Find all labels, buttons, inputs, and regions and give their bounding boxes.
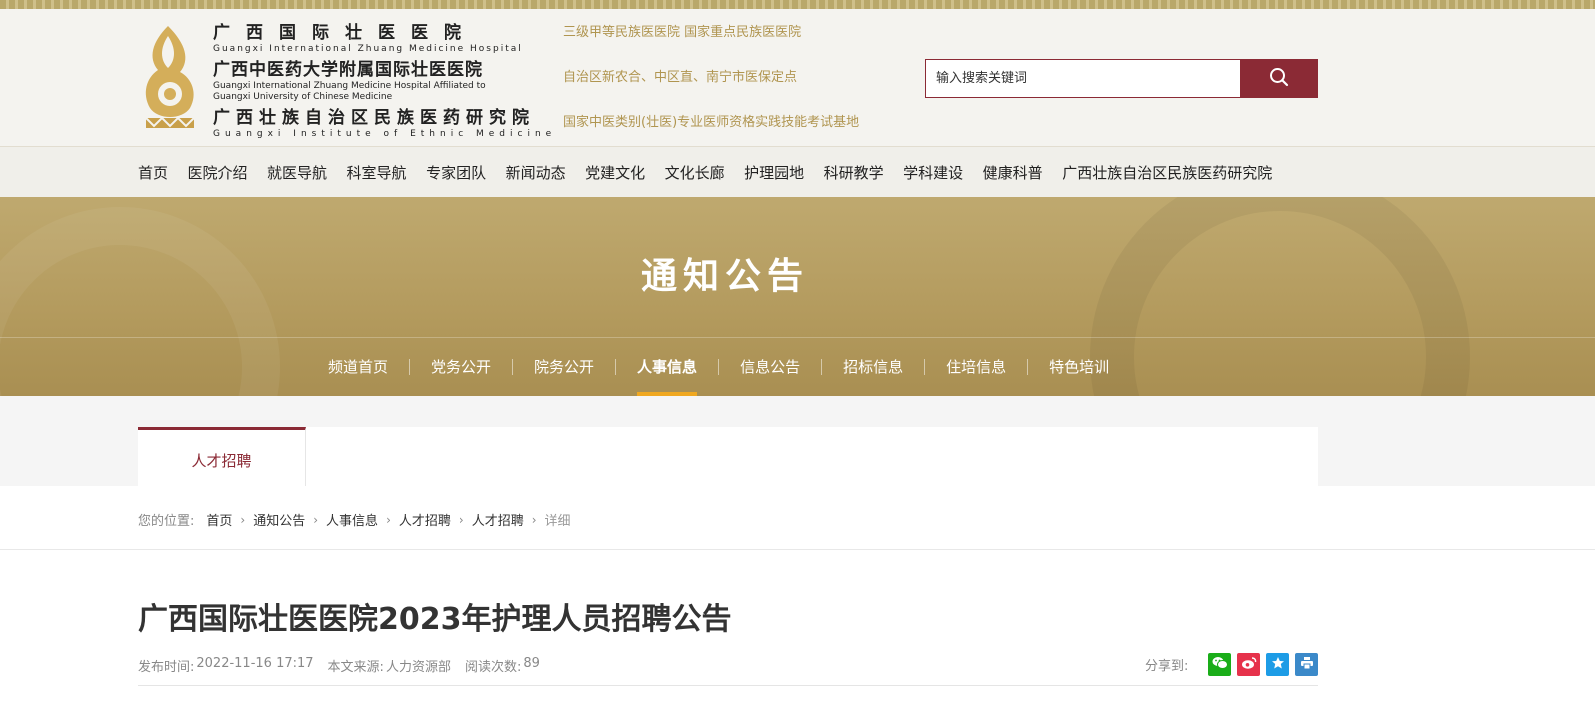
- hospital-name-2-en-line2: Guangxi University of Chinese Medicine: [213, 92, 393, 102]
- subnav-separator: [821, 359, 823, 375]
- print-button[interactable]: [1295, 653, 1319, 676]
- subnav-separator: [409, 359, 411, 375]
- banner-decoration: [0, 207, 280, 396]
- banner-divider: [0, 337, 1595, 338]
- hospital-name-2-cn: 广西中医药大学附属国际壮医医院: [213, 60, 483, 80]
- views-count: 89: [523, 656, 540, 671]
- main-nav: 首页 医院介绍 就医导航 科室导航 专家团队 新闻动态 党建文化 文化长廊 护理…: [138, 160, 1272, 186]
- nav-item-departments[interactable]: 科室导航: [347, 160, 407, 186]
- subnav-separator: [1027, 359, 1029, 375]
- article-title: 广西国际壮医医院2023年护理人员招聘公告: [138, 602, 732, 637]
- search-box: [925, 59, 1318, 98]
- article-meta: 发布时间: 2022-11-16 17:17 本文来源: 人力资源部 阅读次数:…: [138, 656, 554, 675]
- channel-subnav: 频道首页 党务公开 院务公开 人事信息 信息公告 招标信息 住培信息 特色培训: [328, 349, 1109, 396]
- views-label: 阅读次数:: [464, 660, 522, 675]
- print-icon: [1300, 655, 1314, 674]
- subnav-item-residency[interactable]: 住培信息: [946, 349, 1006, 396]
- source: 人力资源部: [385, 660, 451, 675]
- chevron-right-icon: ›: [313, 512, 319, 527]
- subnav-item-party-affairs[interactable]: 党务公开: [431, 349, 491, 396]
- nav-item-institute[interactable]: 广西壮族自治区民族医药研究院: [1062, 160, 1272, 186]
- share-label: 分享到:: [1145, 659, 1189, 674]
- nav-item-guide[interactable]: 就医导航: [267, 160, 327, 186]
- chevron-right-icon: ›: [240, 512, 246, 527]
- hospital-name-1-en: Guangxi International Zhuang Medicine Ho…: [213, 44, 523, 54]
- subnav-separator: [924, 359, 926, 375]
- wechat-icon: [1212, 655, 1228, 674]
- channel-banner: 通知公告 频道首页 党务公开 院务公开 人事信息 信息公告 招标信息 住培信息 …: [0, 197, 1595, 396]
- hospital-names: 广西国际壮医医院 Guangxi International Zhuang Me…: [213, 22, 557, 144]
- chevron-right-icon: ›: [531, 512, 537, 527]
- search-input[interactable]: [925, 59, 1240, 98]
- channel-title: 通知公告: [640, 256, 809, 297]
- breadcrumb-label: 您的位置:: [138, 514, 195, 529]
- subnav-separator: [615, 359, 617, 375]
- breadcrumb-home[interactable]: 首页: [206, 510, 232, 529]
- nav-item-health[interactable]: 健康科普: [983, 160, 1043, 186]
- publish-time-label: 发布时间:: [138, 660, 195, 675]
- weibo-icon: [1241, 655, 1257, 674]
- nav-item-nursing[interactable]: 护理园地: [744, 160, 804, 186]
- subnav-item-tenders[interactable]: 招标信息: [843, 349, 903, 396]
- breadcrumb-current: 详细: [544, 514, 571, 529]
- tab-talent-recruitment[interactable]: 人才招聘: [138, 427, 306, 486]
- subnav-item-special-training[interactable]: 特色培训: [1049, 349, 1109, 396]
- subnav-item-hospital-affairs[interactable]: 院务公开: [534, 349, 594, 396]
- share-bar: 分享到:: [1145, 653, 1319, 676]
- category-tab-bar: 人才招聘: [138, 427, 1318, 486]
- subnav-item-home[interactable]: 频道首页: [328, 349, 388, 396]
- hospital-name-2-en-line1: Guangxi International Zhuang Medicine Ho…: [213, 81, 486, 91]
- breadcrumb-recruitment-sub[interactable]: 人才招聘: [472, 510, 524, 529]
- nav-item-about[interactable]: 医院介绍: [188, 160, 248, 186]
- nav-item-research[interactable]: 科研教学: [824, 160, 884, 186]
- share-weibo-button[interactable]: [1237, 653, 1261, 676]
- hospital-logo[interactable]: [138, 22, 202, 134]
- hospital-taglines: 三级甲等民族医医院 国家重点民族医医院 自治区新农合、中区直、南宁市医保定点 国…: [563, 24, 859, 159]
- subnav-separator: [512, 359, 514, 375]
- nav-item-culture[interactable]: 文化长廊: [665, 160, 725, 186]
- article-header-divider: [138, 685, 1318, 686]
- search-button[interactable]: [1240, 59, 1318, 98]
- share-qzone-button[interactable]: [1266, 653, 1290, 676]
- hospital-name-1-cn: 广西国际壮医医院: [213, 23, 477, 43]
- nav-item-news[interactable]: 新闻动态: [506, 160, 566, 186]
- tagline: 国家中医类别(壮医)专业医师资格实践技能考试基地: [563, 115, 860, 130]
- breadcrumb-personnel[interactable]: 人事信息: [326, 510, 378, 529]
- chevron-right-icon: ›: [458, 512, 464, 527]
- subnav-separator: [718, 359, 720, 375]
- nav-item-experts[interactable]: 专家团队: [426, 160, 486, 186]
- tagline: 三级甲等民族医医院 国家重点民族医医院: [563, 25, 802, 40]
- source-label: 本文来源:: [327, 660, 384, 675]
- tagline: 自治区新农合、中区直、南宁市医保定点: [563, 70, 798, 85]
- top-decorative-stripe: [0, 0, 1595, 9]
- breadcrumb: 您的位置: 首页 › 通知公告 › 人事信息 › 人才招聘 › 人才招聘 › 详…: [138, 510, 571, 530]
- publish-time: 2022-11-16 17:17: [196, 656, 314, 671]
- hospital-name-3-cn: 广西壮族自治区民族医药研究院: [213, 108, 535, 128]
- nav-item-home[interactable]: 首页: [138, 160, 168, 186]
- subnav-item-personnel[interactable]: 人事信息: [637, 349, 698, 396]
- chevron-right-icon: ›: [386, 512, 391, 527]
- subnav-item-notices[interactable]: 信息公告: [740, 349, 800, 396]
- breadcrumb-recruitment[interactable]: 人才招聘: [399, 510, 451, 529]
- share-wechat-button[interactable]: [1208, 653, 1232, 676]
- qzone-icon: [1271, 655, 1285, 674]
- breadcrumb-bar: 您的位置: 首页 › 通知公告 › 人事信息 › 人才招聘 › 人才招聘 › 详…: [0, 486, 1595, 550]
- hospital-name-3-en: Guangxi Institute of Ethnic Medicine: [213, 129, 557, 139]
- nav-item-disciplines[interactable]: 学科建设: [903, 160, 963, 186]
- nav-item-party[interactable]: 党建文化: [585, 160, 645, 186]
- search-icon: [1269, 67, 1289, 91]
- breadcrumb-notices[interactable]: 通知公告: [253, 510, 305, 529]
